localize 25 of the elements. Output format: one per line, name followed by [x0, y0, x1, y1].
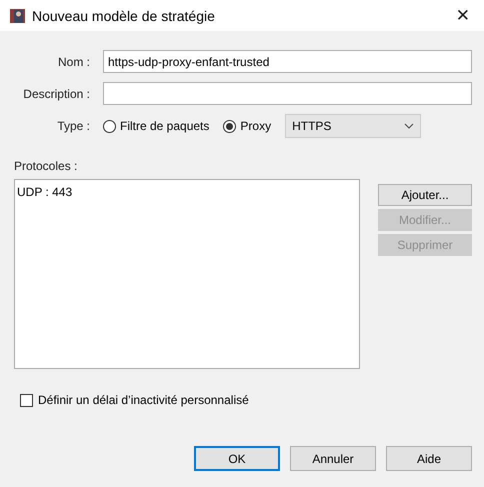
radio-option[interactable]: Filtre de paquets: [103, 119, 210, 133]
text-field[interactable]: [103, 82, 472, 105]
app-icon: [10, 8, 26, 24]
text-field[interactable]: https-udp-proxy-enfant-trusted: [103, 50, 472, 73]
checkbox[interactable]: [20, 394, 33, 406]
field-label: Type :: [56, 119, 90, 133]
checkbox-label: Définir un délai d’inactivité personnalisé: [38, 393, 249, 407]
list-button[interactable]: Ajouter...: [378, 184, 472, 206]
field-label: Nom :: [56, 54, 90, 68]
radio-label: Proxy: [240, 119, 272, 133]
dialog-button[interactable]: OK: [194, 446, 280, 471]
list-item[interactable]: UDP : 443: [17, 185, 357, 199]
dialog-button[interactable]: Annuler: [290, 446, 376, 471]
idle-timeout-option[interactable]: Définir un délai d’inactivité personnalisé: [20, 393, 472, 407]
field-label: Description :: [22, 86, 90, 100]
radio-option[interactable]: Proxy: [223, 119, 272, 133]
type-dropdown[interactable]: HTTPS: [285, 114, 422, 138]
close-button[interactable]: ✕: [452, 6, 474, 26]
radio-icon[interactable]: [103, 120, 116, 132]
radio-label: Filtre de paquets: [120, 119, 210, 133]
window-title: Nouveau modèle de stratégie: [32, 8, 216, 24]
dialog-button[interactable]: Aide: [386, 446, 472, 471]
section-label: Protocoles :: [14, 159, 78, 173]
caret-icon: [404, 123, 414, 129]
radio-icon[interactable]: [223, 120, 236, 132]
